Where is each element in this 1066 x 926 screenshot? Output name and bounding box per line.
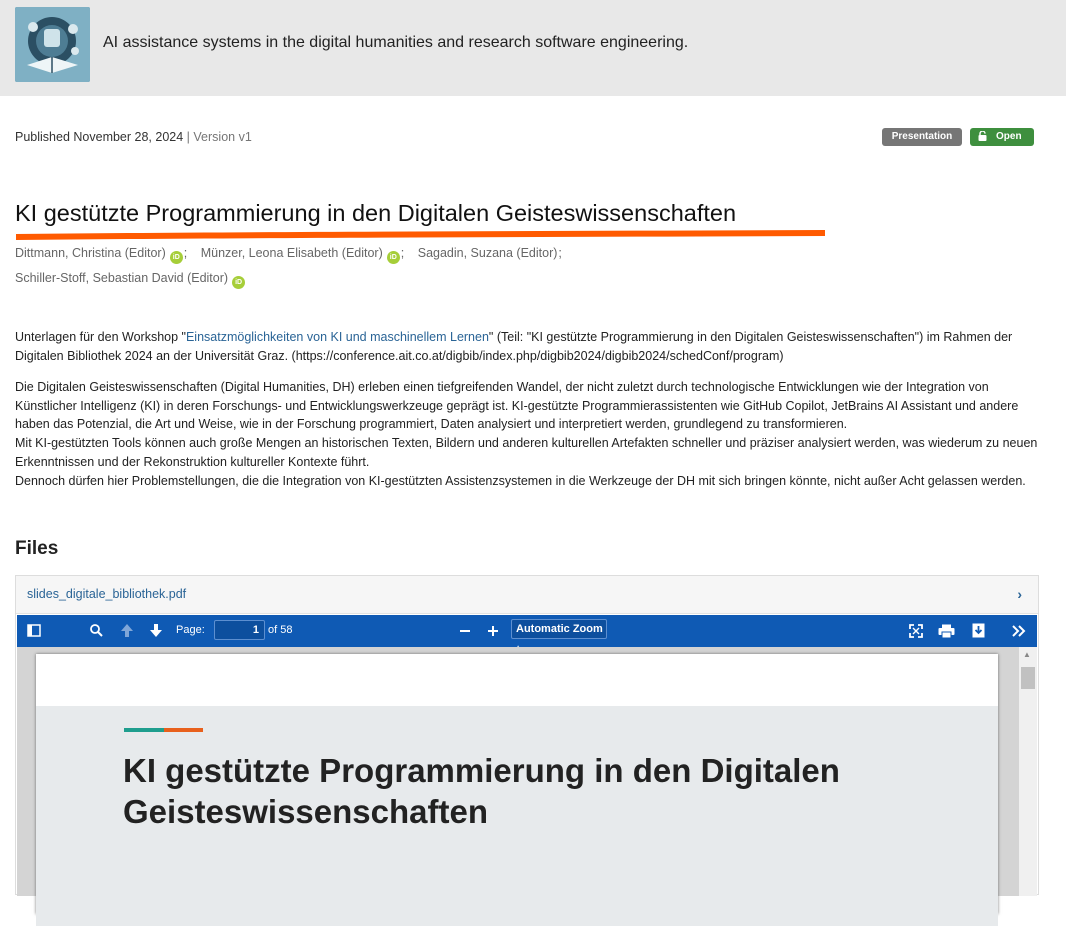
creators-row: Schiller-Stoff, Sebastian David (Editor)… [15,271,251,289]
lock-icon [978,131,987,141]
creator-name[interactable]: Münzer, Leona Elisabeth (Editor) [201,246,383,260]
file-preview-panel: slides_digitale_bibliothek.pdf › Page: o… [15,575,1039,926]
version-label[interactable]: Version v1 [193,130,251,144]
orcid-icon[interactable]: iD [232,276,246,289]
more-tools-icon[interactable] [1011,624,1027,638]
publication-info: Published November 28, 2024 | Version v1 [15,130,252,144]
community-title: AI assistance systems in the digital hum… [103,34,689,51]
pdf-page: KI gestützte Programmierung in den Digit… [36,654,998,926]
search-icon[interactable] [89,623,103,637]
file-preview-header[interactable]: slides_digitale_bibliothek.pdf › [16,576,1038,614]
orcid-icon[interactable]: iD [386,251,400,264]
arrow-down-icon[interactable] [149,623,163,638]
pdf-toolbar: Page: of 58 Automatic Zoom ↕ [17,615,1037,652]
zoom-out-icon[interactable] [459,625,471,637]
description-paragraph: Unterlagen für den Workshop "Einsatzmögl… [15,328,1045,365]
page-count: of 58 [268,624,293,636]
resource-type-badge: Presentation [882,128,962,146]
download-icon[interactable] [972,623,985,638]
zoom-select[interactable]: Automatic Zoom ↕ [511,619,607,652]
creator-name[interactable]: Dittmann, Christina (Editor) [15,246,166,260]
sidebar-toggle-icon[interactable] [27,624,41,637]
creator-item[interactable]: Sagadin, Suzana (Editor); [418,246,566,260]
zoom-select-value: Automatic Zoom [516,623,603,635]
record-title: KI gestützte Programmierung in den Digit… [15,200,737,226]
creator-item[interactable]: Schiller-Stoff, Sebastian David (Editor)… [15,271,246,289]
creator-name[interactable]: Schiller-Stoff, Sebastian David (Editor) [15,271,228,285]
description-text: Mit KI-gestützten Tools können auch groß… [15,436,1038,469]
viewer-scrollbar[interactable]: ▲ [1019,647,1037,896]
chevron-right-icon[interactable]: › [1017,586,1022,602]
file-name-link[interactable]: slides_digitale_bibliothek.pdf [27,587,186,601]
title-underline [16,230,825,240]
files-heading: Files [15,538,59,559]
workshop-link[interactable]: Einsatzmöglichkeiten von KI und maschine… [186,330,489,344]
scrollbar-thumb[interactable] [1021,667,1035,689]
zoom-in-icon[interactable] [487,625,499,637]
slide-accent-bar [164,728,203,732]
page-number-input[interactable] [214,620,265,640]
access-status-badge[interactable]: Open [970,128,1034,146]
creator-item[interactable]: Dittmann, Christina (Editor) iD; [15,246,191,264]
description-text: Die Digitalen Geisteswissenschaften (Dig… [15,380,1019,432]
arrow-up-icon[interactable] [120,623,134,638]
published-date: November 28, 2024 [73,130,184,144]
print-icon[interactable] [938,624,955,638]
community-banner: AI assistance systems in the digital hum… [0,0,1066,96]
description-text: Unterlagen für den Workshop " [15,330,186,344]
description-text: Dennoch dürfen hier Problemstellungen, d… [15,473,1026,488]
orcid-icon[interactable]: iD [169,251,183,264]
creators-row: Dittmann, Christina (Editor) iD; Münzer, … [15,246,572,264]
community-logo[interactable] [15,7,90,82]
separator: | [186,130,190,144]
fullscreen-icon[interactable] [909,624,923,638]
access-status-label: Open [996,131,1022,142]
page-label: Page: [176,624,205,636]
slide-accent-bar [124,728,164,732]
slide-title: KI gestützte Programmierung in den Digit… [123,752,840,830]
creator-item[interactable]: Münzer, Leona Elisabeth (Editor) iD; [201,246,409,264]
published-prefix: Published [15,130,70,144]
pdf-viewer-area[interactable]: KI gestützte Programmierung in den Digit… [17,647,1037,926]
creator-name[interactable]: Sagadin, Suzana (Editor) [418,246,558,260]
scroll-up-icon[interactable]: ▲ [1023,650,1031,659]
description-paragraph: Die Digitalen Geisteswissenschaften (Dig… [15,378,1045,490]
